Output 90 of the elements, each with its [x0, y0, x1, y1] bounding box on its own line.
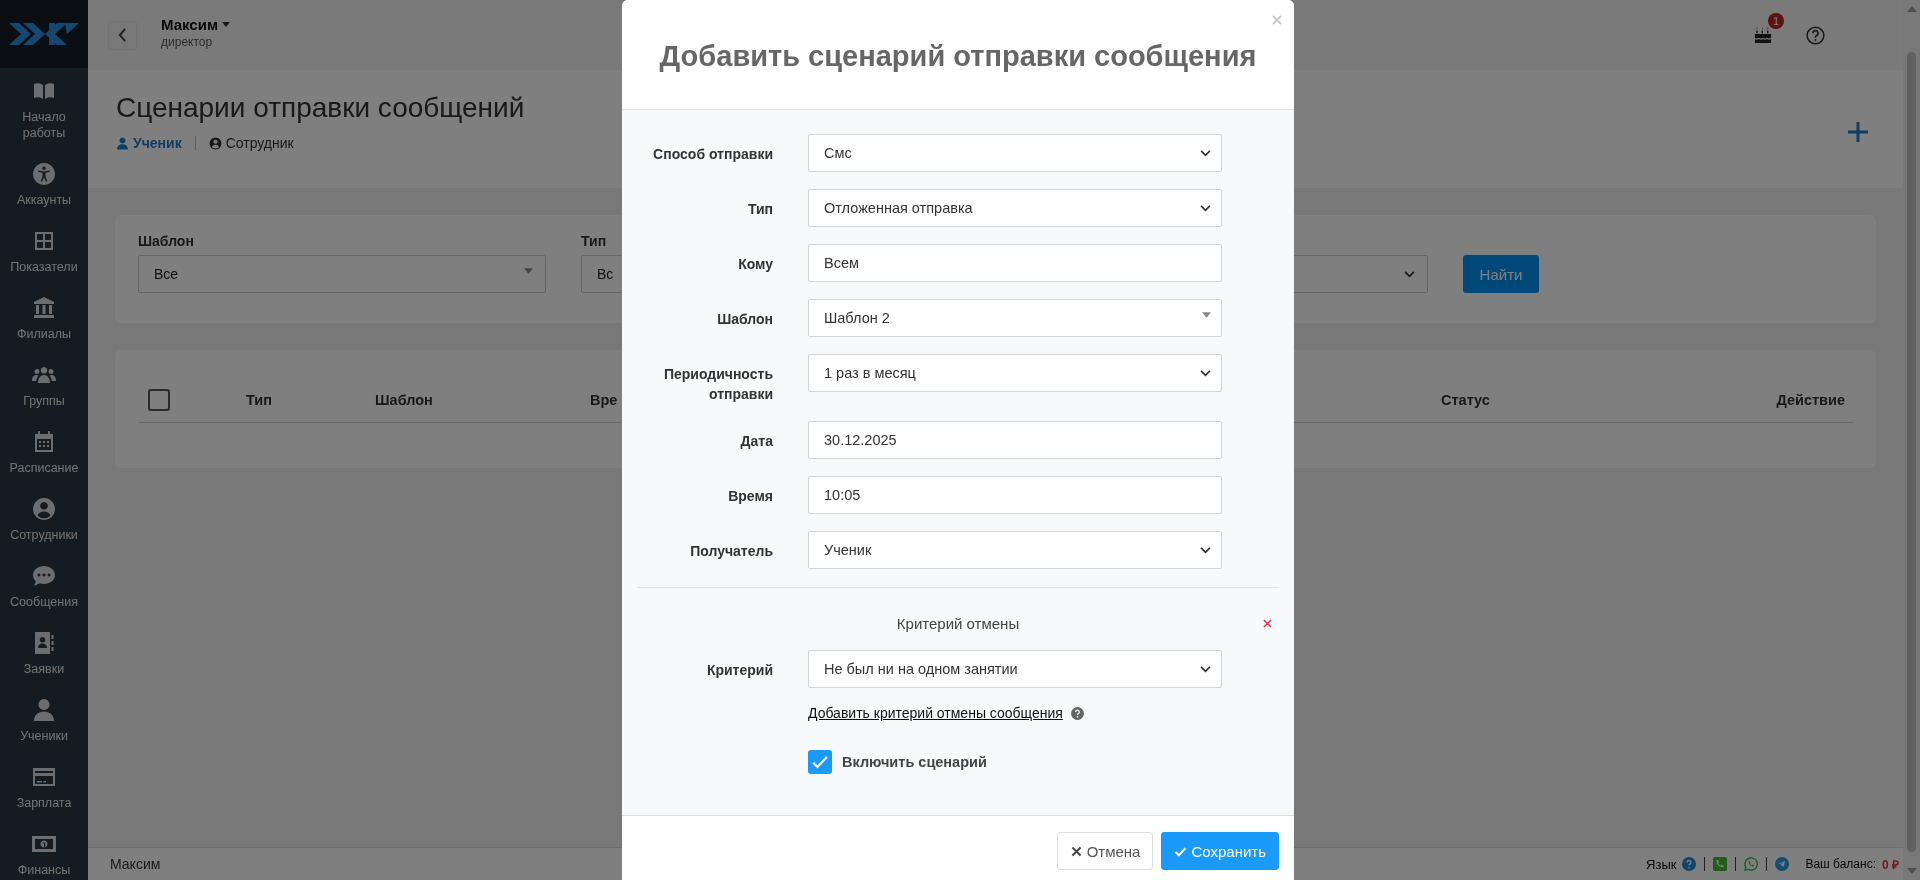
cancel-button[interactable]: Отмена	[1056, 832, 1154, 870]
checkbox-label[interactable]: Включить сценарий	[842, 754, 987, 770]
caret-icon	[524, 268, 533, 274]
scroll-down-icon[interactable]	[1906, 868, 1917, 874]
user-icon	[32, 698, 56, 722]
field-label: Периодичность отправки	[662, 365, 773, 404]
contact-book-icon	[32, 631, 56, 655]
sidebar-item[interactable]: Начало работы	[0, 68, 88, 151]
field-label: Получатель	[689, 542, 773, 561]
field-label: Тип	[746, 200, 773, 219]
field-label: Дата	[739, 432, 773, 451]
balance-label: Ваш баланс:	[1805, 857, 1876, 871]
close-icon	[1069, 844, 1083, 858]
back-button[interactable]	[108, 20, 137, 50]
sidebar-item[interactable]: Сотрудники	[0, 486, 88, 553]
sidebar-item[interactable]: Заявки	[0, 620, 88, 687]
tab[interactable]: Сотрудник	[208, 135, 294, 151]
tab[interactable]: Ученик	[116, 135, 182, 151]
grid-icon	[32, 229, 56, 253]
chevron-down-icon	[1200, 204, 1211, 212]
field-label: Способ отправки	[652, 145, 773, 164]
language-label[interactable]: Язык	[1646, 856, 1677, 872]
modal-title: Добавить сценарий отправки сообщения	[659, 40, 1257, 73]
remove-icon[interactable]	[1263, 619, 1272, 628]
select-field[interactable]: Ученик	[808, 531, 1222, 569]
section-title: Критерий отмены	[896, 614, 1020, 632]
user-role: директор	[161, 34, 214, 49]
cake-icon[interactable]	[1754, 26, 1772, 44]
chevron-down-icon	[1404, 270, 1415, 278]
enable-checkbox[interactable]	[808, 750, 832, 774]
chevron-down-icon	[1200, 546, 1211, 554]
chevron-down-icon	[1200, 665, 1211, 673]
telegram-icon[interactable]	[1775, 857, 1790, 871]
help-icon[interactable]	[1070, 706, 1084, 720]
calendar-icon	[32, 430, 56, 454]
filter-label: Шаблон	[138, 233, 195, 250]
chat-icon	[32, 564, 56, 588]
balance-value: 0 ₽	[1882, 856, 1899, 873]
input-field[interactable]: 10:05	[808, 476, 1222, 514]
input-field[interactable]: 30.12.2025	[808, 421, 1222, 459]
sidebar-item[interactable]: Расписание	[0, 419, 88, 486]
phone-icon[interactable]	[1713, 857, 1728, 871]
filter-select[interactable]: Все	[138, 255, 546, 293]
chevron-left-icon	[118, 28, 127, 42]
user-name[interactable]: Максим	[161, 15, 218, 33]
sidebar-item[interactable]: Сообщения	[0, 553, 88, 620]
sidebar-item[interactable]: Зарплата	[0, 754, 88, 821]
select-field[interactable]: 1 раз в месяц	[808, 354, 1222, 392]
input-field[interactable]: Всем	[808, 244, 1222, 282]
save-button[interactable]: Сохранить	[1161, 832, 1279, 870]
sidebar-item[interactable]: Показатели	[0, 218, 88, 285]
column-header: Тип	[246, 391, 272, 408]
whatsapp-icon[interactable]	[1744, 857, 1759, 871]
select-field[interactable]: Шаблон 2	[808, 299, 1222, 337]
sidebar-item[interactable]: Группы	[0, 352, 88, 419]
search-button[interactable]: Найти	[1463, 255, 1539, 293]
filter-label: Тип	[581, 233, 608, 250]
column-header: Шаблон	[375, 391, 433, 408]
sidebar-item[interactable]: Аккаунты	[0, 151, 88, 218]
accessibility-icon	[32, 162, 56, 186]
add-criterion-link[interactable]: Добавить критерий отмены сообщения	[808, 705, 1063, 721]
select-all-checkbox[interactable]	[148, 388, 170, 411]
bank-icon	[32, 296, 56, 320]
user-icon	[116, 136, 129, 150]
chevron-down-icon	[1200, 369, 1211, 377]
column-header: Статус	[1441, 391, 1490, 408]
scroll-up-icon[interactable]	[1906, 6, 1917, 12]
caret-icon	[1202, 312, 1211, 318]
sidebar-item[interactable]: Ученики	[0, 687, 88, 754]
notification-badge: 1	[1768, 13, 1784, 29]
credit-card-icon	[32, 765, 56, 789]
field-label: Шаблон	[716, 310, 773, 329]
sidebar-item[interactable]: Филиалы	[0, 285, 88, 352]
column-header: Действие	[1776, 391, 1846, 408]
chevron-down-icon	[1200, 149, 1211, 157]
sidebar-item[interactable]: Финансы	[0, 821, 88, 880]
select-field[interactable]: Не был ни на одном занятии	[808, 650, 1222, 688]
column-header: Вре	[590, 391, 618, 408]
help-icon[interactable]	[1806, 25, 1825, 45]
close-icon[interactable]	[1272, 15, 1282, 25]
footer-user-name: Максим	[110, 856, 161, 872]
select-field[interactable]: Смс	[808, 134, 1222, 172]
page-title: Сценарии отправки сообщений	[116, 92, 525, 124]
caret-icon[interactable]	[222, 21, 230, 27]
select-field[interactable]: Отложенная отправка	[808, 189, 1222, 227]
add-icon[interactable]	[1848, 122, 1868, 142]
field-label: Кому	[737, 255, 773, 274]
field-label: Критерий	[705, 661, 773, 680]
help-icon[interactable]	[1682, 857, 1697, 871]
field-label: Время	[727, 487, 773, 506]
